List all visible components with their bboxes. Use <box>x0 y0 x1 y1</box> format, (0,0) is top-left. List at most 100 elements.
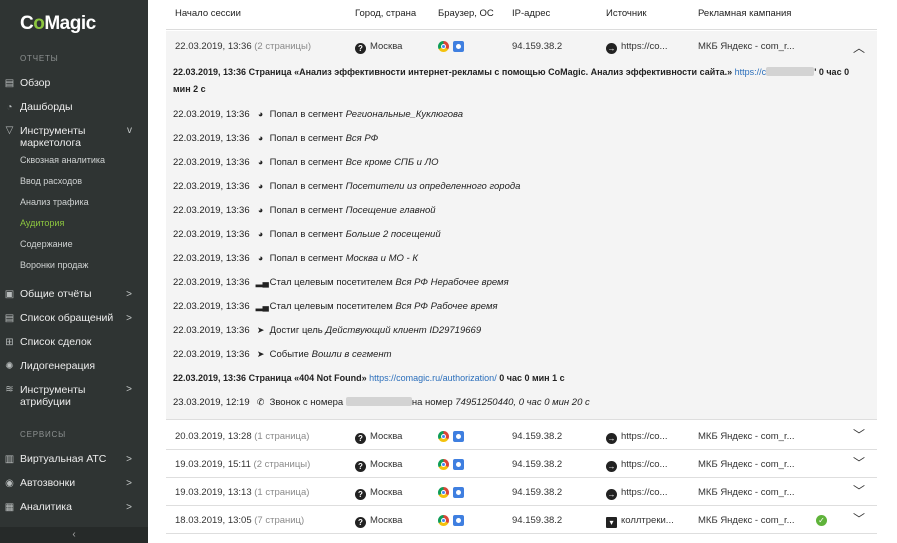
event-row: 22.03.2019, 13:36 ➤ Событие Вошли в сегмен… <box>173 349 392 360</box>
table-row-expanded: 22.03.2019, 13:36 (2 страницы) ? Москва 9… <box>166 31 877 420</box>
event-action: Попал в сегмент <box>269 253 343 264</box>
os-icon <box>453 487 464 498</box>
column-header-session-start[interactable]: Начало сессии <box>175 8 241 19</box>
table-row[interactable]: 18.03.2019, 13:05 (7 страниц) ? Москва 94… <box>166 506 877 534</box>
sidebar-item-requests[interactable]: ▤ Список обращений > <box>0 312 148 324</box>
chrome-icon <box>438 41 449 52</box>
unknown-os-icon: ? <box>355 461 366 472</box>
session-ip: 94.159.38.2 <box>512 487 563 498</box>
logo-text: C <box>20 13 34 34</box>
event-action: Попал в сегмент <box>269 181 343 192</box>
column-header-campaign[interactable]: Рекламная кампания <box>698 8 791 19</box>
chevron-down-icon[interactable]: ﹀ <box>853 510 865 527</box>
chevron-down-icon[interactable]: ﹀ <box>853 426 865 443</box>
sidebar-item-virtual-pbx[interactable]: ▥ Виртуальная АТС > <box>0 453 148 465</box>
event-time: 22.03.2019, 13:36 <box>173 253 250 264</box>
sidebar-subitem-traffic[interactable]: Анализ трафика <box>20 197 89 207</box>
event-value: Посещение главной <box>345 205 436 216</box>
main-content: Начало сессии Город, страна Браузер, ОС … <box>148 0 897 543</box>
column-header-browser[interactable]: Браузер, ОС <box>438 8 494 19</box>
session-pages: (2 страницы) <box>254 41 311 52</box>
table-row[interactable]: 20.03.2019, 13:28 (1 страница) ? Москва 9… <box>166 422 877 450</box>
call-event: 23.03.2019, 12:19 ✆ Звонок с номера на ном… <box>173 397 590 408</box>
event-time: 22.03.2019, 13:36 <box>173 205 250 216</box>
sidebar-subitem-expenses[interactable]: Ввод расходов <box>20 176 82 186</box>
page-visit-duration: ' 0 час 0 <box>814 67 850 77</box>
event-value: Вся РФ Рабочее время <box>395 301 498 312</box>
autocall-icon: ◉ <box>5 477 14 489</box>
session-ip: 94.159.38.2 <box>512 459 563 470</box>
cart-icon: ⊞ <box>5 336 14 348</box>
sidebar-item-autocalls[interactable]: ◉ Автозвонки > <box>0 477 148 489</box>
chevron-down-icon[interactable]: ﹀ <box>853 482 865 499</box>
chevron-up-icon[interactable]: ︿ <box>853 39 865 56</box>
segment-icon: ◕ <box>257 253 264 263</box>
sidebar-item-label: Общие отчёты <box>20 288 92 300</box>
table-row[interactable]: 19.03.2019, 13:13 (1 страница) ? Москва 9… <box>166 478 877 506</box>
sidebar-item-leadgen[interactable]: ✺ Лидогенерация <box>0 360 148 372</box>
table-row[interactable]: 22.03.2019, 13:36 (2 страницы) ? Москва 9… <box>166 31 877 61</box>
os-icon <box>453 41 464 52</box>
sidebar-item-analytics[interactable]: ▦ Аналитика > <box>0 501 148 513</box>
page-visit-link[interactable]: https://c <box>735 67 767 77</box>
sidebar-item-label: Обзор <box>20 77 51 89</box>
logo[interactable]: CoMagic <box>20 13 96 35</box>
segment-icon: ◕ <box>257 181 264 191</box>
sidebar: CoMagic ОТЧЕТЫ ▤ Обзор ◔ Дашборды ▽ Инст… <box>0 0 148 543</box>
event-time: 22.03.2019, 13:36 <box>173 301 250 312</box>
sidebar-item-label: Инструменты атрибуции <box>20 384 86 408</box>
session-campaign: МКБ Яндекс - com_r... <box>698 515 795 526</box>
event-time: 22.03.2019, 13:36 <box>173 181 250 192</box>
sidebar-item-attribution[interactable]: ≋ Инструменты атрибуции > <box>0 384 148 408</box>
sidebar-item-general-reports[interactable]: ▣ Общие отчёты > <box>0 288 148 300</box>
chevron-right-icon: > <box>126 312 132 324</box>
column-header-ip[interactable]: IP-адрес <box>512 8 550 19</box>
sidebar-item-deals[interactable]: ⊞ Список сделок <box>0 336 148 348</box>
page-visit-title: 22.03.2019, 13:36 Страница «Анализ эффек… <box>173 67 733 77</box>
chevron-down-icon[interactable]: ﹀ <box>853 454 865 471</box>
event-action: Звонок с номера <box>269 397 344 408</box>
sidebar-collapse-button[interactable]: ‹ <box>0 527 148 543</box>
event-value: Москва и МО - К <box>345 253 418 264</box>
referral-icon: → <box>606 43 617 54</box>
sidebar-item-dashboards[interactable]: ◔ Дашборды <box>0 101 148 113</box>
session-ip: 94.159.38.2 <box>512 41 563 52</box>
event-action: Стал целевым посетителем <box>269 301 393 312</box>
segment-icon: ◕ <box>257 157 264 167</box>
bar-chart-icon: ▂▄ <box>255 301 269 311</box>
event-row: 22.03.2019, 13:36 ◕ Попал в сегмент Москва… <box>173 253 418 264</box>
segment-icon: ◕ <box>257 133 264 143</box>
table-header: Начало сессии Город, страна Браузер, ОС … <box>166 0 877 30</box>
table-row[interactable]: 19.03.2019, 15:11 (2 страницы) ? Москва 9… <box>166 450 877 478</box>
sidebar-item-label: Дашборды <box>20 101 73 113</box>
chevron-right-icon: > <box>126 453 132 465</box>
sidebar-item-marketing-tools[interactable]: ▽ Инструменты маркетолога v <box>0 125 148 149</box>
event-row: 22.03.2019, 13:36 ◕ Попал в сегмент Посеще… <box>173 205 436 216</box>
sidebar-item-label: Список обращений <box>20 312 114 324</box>
event-value: Вся РФ <box>345 133 379 144</box>
session-start: 19.03.2019, 13:13 <box>175 487 252 498</box>
sidebar-subitem-audience[interactable]: Аудитория <box>20 218 64 228</box>
funnel-icon: ▽ <box>5 125 14 136</box>
sidebar-subitem-funnels[interactable]: Воронки продаж <box>20 260 88 270</box>
overview-icon: ▤ <box>4 77 15 89</box>
sessions-panel: Начало сессии Город, страна Браузер, ОС … <box>166 0 877 543</box>
report-icon: ▣ <box>4 288 15 300</box>
session-pages: (1 страница) <box>254 487 310 498</box>
event-action: Попал в сегмент <box>269 133 343 144</box>
session-pages: (7 страниц) <box>254 515 305 526</box>
column-header-city[interactable]: Город, страна <box>355 8 416 19</box>
column-header-source[interactable]: Источник <box>606 8 647 19</box>
event-action: Стал целевым посетителем <box>269 277 393 288</box>
page-visit-link[interactable]: https://comagic.ru/authorization/ <box>369 373 497 383</box>
session-source: https://co... <box>621 431 668 442</box>
sidebar-subitem-through-analytics[interactable]: Сквозная аналитика <box>20 155 105 165</box>
sidebar-item-overview[interactable]: ▤ Обзор <box>0 77 148 89</box>
sidebar-item-label: Виртуальная АТС <box>20 453 107 465</box>
sidebar-item-label: Лидогенерация <box>20 360 96 372</box>
chrome-icon <box>438 459 449 470</box>
os-icon <box>453 515 464 526</box>
redacted-block <box>766 67 815 76</box>
page-visit-duration: мин 2 с <box>173 84 206 94</box>
sidebar-subitem-content[interactable]: Содержание <box>20 239 73 249</box>
